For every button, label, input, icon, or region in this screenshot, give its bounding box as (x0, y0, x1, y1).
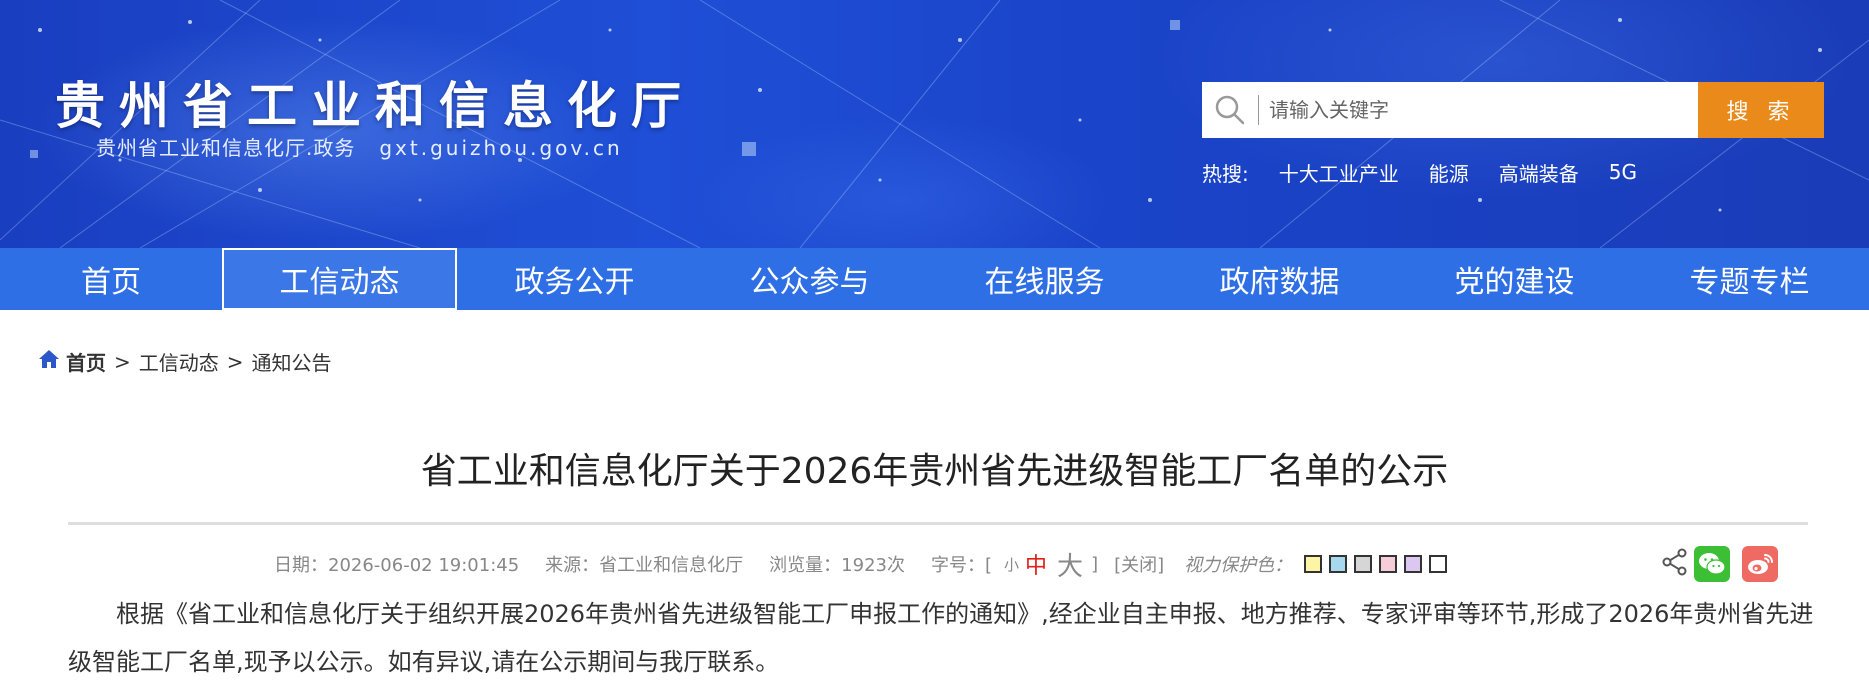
article-title: 省工业和信息化厅关于2026年贵州省先进级智能工厂名单的公示 (420, 451, 1449, 492)
breadcrumb-home[interactable]: 首页 (66, 347, 106, 376)
publish-date: 日期：2026-06-02 19:01:45 (274, 555, 520, 576)
breadcrumb: 首页 > 工信动态 > 通知公告 (38, 347, 332, 376)
article-body: 根据《省工业和信息化厅关于组织开展2026年贵州省先进级智能工厂申报工作的通知》… (68, 600, 1814, 676)
close-button[interactable]: [关闭] (1114, 551, 1164, 577)
hot-term-link[interactable]: 十大工业产业 (1279, 158, 1399, 187)
article-source: 来源：省工业和信息化厅 (545, 555, 744, 576)
search-box (1202, 82, 1698, 138)
view-count: 浏览量：1923次 (769, 555, 905, 576)
breadcrumb-item[interactable]: 工信动态 (139, 347, 219, 376)
font-size-bracket: ] (1091, 553, 1099, 575)
site-subtitle-text: 贵州省工业和信息化厅.政务 (96, 136, 356, 160)
font-size-small-button[interactable]: 小 (1004, 554, 1019, 575)
vision-color-label: 视力保护色： (1184, 555, 1293, 576)
search-icon (1202, 82, 1258, 138)
nav-item-party[interactable]: 党的建设 (1397, 248, 1632, 310)
nav-item-news[interactable]: 工信动态 (222, 248, 457, 310)
breadcrumb-separator: > (226, 349, 244, 374)
vision-color-swatch[interactable] (1379, 555, 1398, 573)
nav-item-home[interactable]: 首页 (0, 248, 222, 310)
article-meta: 日期：2026-06-02 19:01:45 来源：省工业和信息化厅 浏览量：1… (274, 548, 1454, 582)
breadcrumb-item[interactable]: 通知公告 (252, 347, 332, 376)
share-icon[interactable] (1660, 546, 1690, 578)
font-size-label: 字号：[ (930, 555, 993, 576)
vision-color-swatch[interactable] (1329, 555, 1348, 573)
nav-item-gov-affairs[interactable]: 政务公开 (457, 248, 692, 310)
font-size-medium-button[interactable]: 中 (1025, 548, 1047, 580)
site-title: 贵州省工业和信息化厅 (55, 77, 695, 135)
search-button[interactable]: 搜 索 (1698, 82, 1824, 138)
home-icon (38, 349, 60, 374)
title-divider (68, 522, 1808, 525)
vision-color-swatch[interactable] (1404, 555, 1423, 573)
main-nav: 首页 工信动态 政务公开 公众参与 在线服务 政府数据 党的建设 专题专栏 (0, 248, 1869, 310)
breadcrumb-separator: > (114, 349, 131, 374)
nav-item-gov-data[interactable]: 政府数据 (1162, 248, 1397, 310)
nav-item-participation[interactable]: 公众参与 (692, 248, 927, 310)
site-subtitle: 贵州省工业和信息化厅.政务 gxt.guizhou.gov.cn (96, 132, 623, 161)
vision-color-swatch[interactable] (1304, 555, 1323, 573)
hot-term-link[interactable]: 高端装备 (1499, 158, 1579, 187)
nav-item-special[interactable]: 专题专栏 (1632, 248, 1867, 310)
search-input[interactable] (1259, 82, 1698, 138)
weibo-icon[interactable] (1742, 546, 1778, 582)
font-size-large-button[interactable]: 大 (1057, 546, 1083, 583)
wechat-icon[interactable] (1694, 546, 1730, 582)
vision-color-swatch[interactable] (1354, 555, 1373, 573)
hot-search: 热搜: 十大工业产业 能源 高端装备 5G (1202, 158, 1667, 186)
hot-term-link[interactable]: 能源 (1429, 158, 1469, 187)
site-header: 贵州省工业和信息化厅 贵州省工业和信息化厅.政务 gxt.guizhou.gov.… (0, 0, 1869, 248)
nav-item-online-service[interactable]: 在线服务 (927, 248, 1162, 310)
vision-color-swatch[interactable] (1429, 555, 1448, 573)
site-domain: gxt.guizhou.gov.cn (379, 136, 623, 160)
hot-term-link[interactable]: 5G (1609, 160, 1637, 184)
hot-search-label: 热搜: (1202, 161, 1249, 186)
